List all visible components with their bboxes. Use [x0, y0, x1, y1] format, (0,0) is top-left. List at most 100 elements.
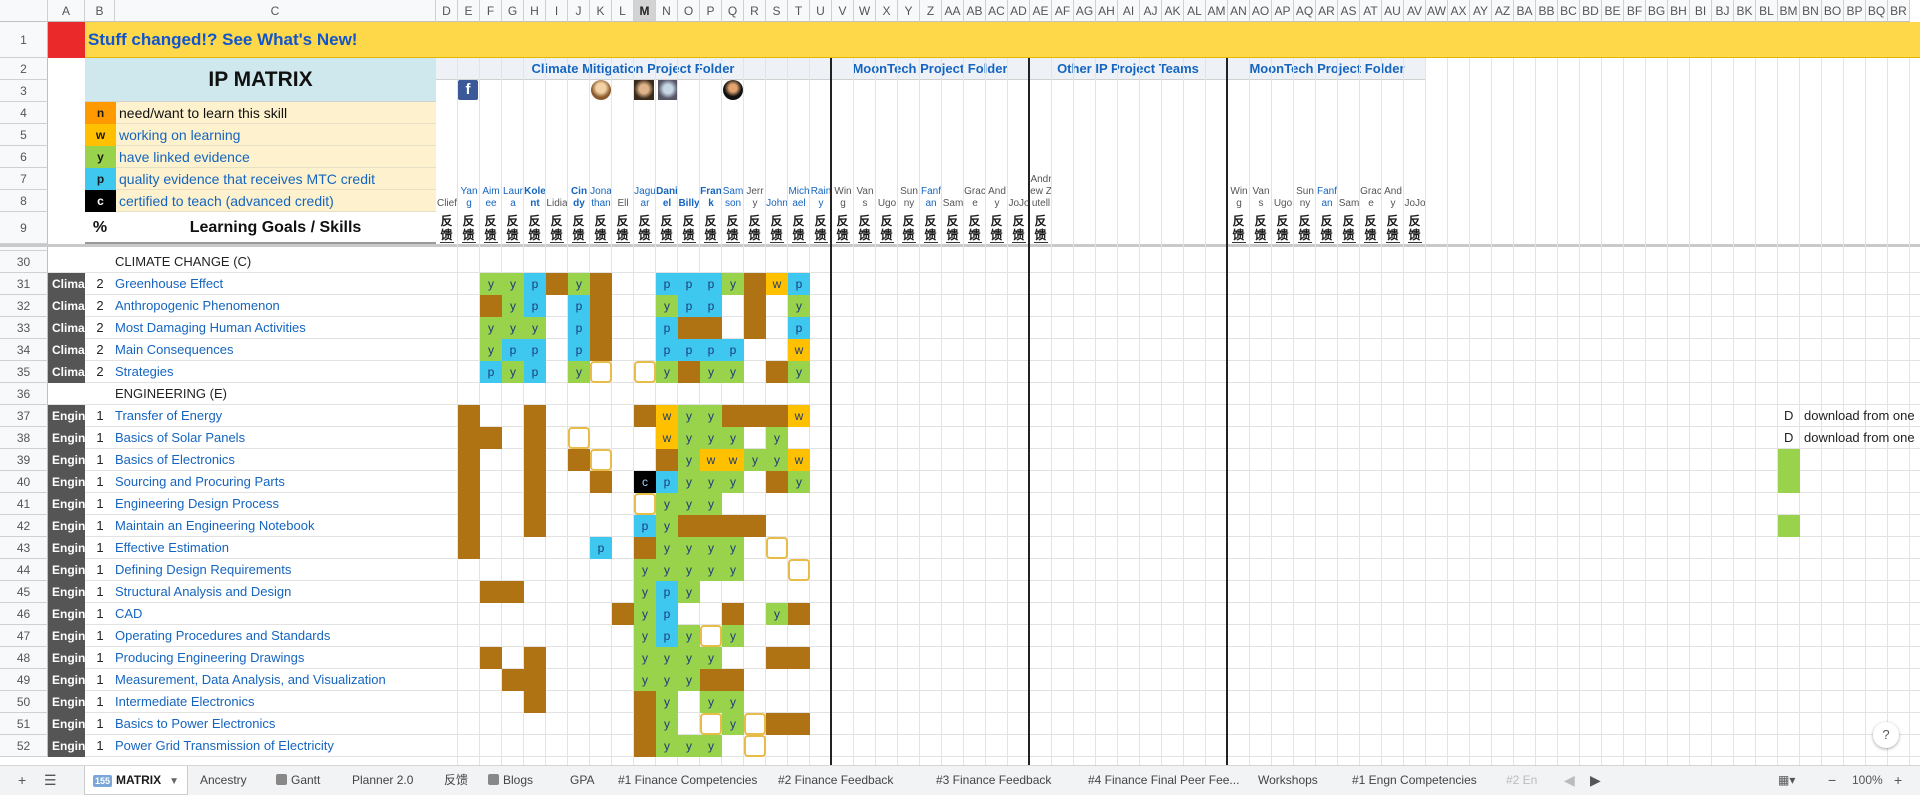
column-header-ay[interactable]: AY [1470, 0, 1492, 22]
column-header-t[interactable]: T [788, 0, 810, 22]
student-name[interactable]: Fanfan [1316, 102, 1338, 212]
column-header-aw[interactable]: AW [1426, 0, 1448, 22]
percent-cell[interactable]: 1 [85, 449, 115, 471]
skill-status-w[interactable]: w [722, 449, 744, 471]
skill-status-y[interactable]: y [656, 515, 678, 537]
row-header-34[interactable]: 34 [0, 339, 48, 361]
skill-status-b[interactable] [722, 515, 744, 537]
feedback-cell[interactable]: 反馈 [678, 212, 700, 244]
row-header-40[interactable]: 40 [0, 471, 48, 493]
student-name[interactable]: Jonathan [590, 102, 612, 212]
skill-status-w[interactable]: w [656, 405, 678, 427]
percent-cell[interactable]: 1 [85, 427, 115, 449]
skill-status-w[interactable]: w [656, 427, 678, 449]
sheet-tab[interactable]: #1 Engn Competencies [1344, 766, 1485, 795]
student-name[interactable]: Jerry [744, 102, 766, 212]
percent-cell[interactable]: 1 [85, 691, 115, 713]
skill-status-y[interactable]: y [722, 537, 744, 559]
skill-status-y[interactable]: y [480, 273, 502, 295]
skill-status-y[interactable]: y [678, 669, 700, 691]
skill-status-y[interactable]: y [700, 691, 722, 713]
category-cell[interactable]: Engin [48, 625, 85, 647]
column-header-al[interactable]: AL [1184, 0, 1206, 22]
student-name[interactable]: Aimee [480, 102, 502, 212]
skill-status-b[interactable] [634, 537, 656, 559]
row-header-46[interactable]: 46 [0, 603, 48, 625]
skill-status-y[interactable]: y [722, 361, 744, 383]
skill-status-y[interactable]: y [700, 735, 722, 757]
skill-link[interactable]: Basics of Solar Panels [115, 427, 245, 449]
add-sheet-icon[interactable]: + [18, 766, 26, 795]
feedback-cell[interactable]: 反馈 [964, 212, 986, 244]
column-header-x[interactable]: X [876, 0, 898, 22]
student-name[interactable]: Clief [436, 102, 458, 212]
skill-status-o[interactable] [700, 625, 722, 647]
feedback-cell[interactable]: 反馈 [546, 212, 568, 244]
feedback-cell[interactable]: 反馈 [1228, 212, 1250, 244]
percent-cell[interactable]: 1 [85, 713, 115, 735]
column-header-s[interactable]: S [766, 0, 788, 22]
student-name[interactable]: Wing [832, 102, 854, 212]
skill-status-b[interactable] [788, 647, 810, 669]
category-cell[interactable]: Engin [48, 647, 85, 669]
feedback-cell[interactable]: 反馈 [480, 212, 502, 244]
skill-status-p[interactable]: p [656, 603, 678, 625]
zoom-level[interactable]: 100% [1852, 766, 1883, 795]
column-header-p[interactable]: P [700, 0, 722, 22]
student-name[interactable]: Andrew Zutell [1030, 102, 1052, 212]
skill-status-y[interactable]: y [722, 625, 744, 647]
feedback-cell[interactable]: 反馈 [744, 212, 766, 244]
student-name[interactable]: Sam [942, 102, 964, 212]
student-name[interactable]: Laura [502, 102, 524, 212]
column-header-ac[interactable]: AC [986, 0, 1008, 22]
skill-status-p[interactable]: p [788, 273, 810, 295]
skill-status-b[interactable] [524, 427, 546, 449]
student-name[interactable]: Andy [1382, 102, 1404, 212]
skill-status-y[interactable]: y [722, 559, 744, 581]
skill-status-b[interactable] [524, 405, 546, 427]
skill-status-o[interactable] [744, 713, 766, 735]
column-header-ba[interactable]: BA [1514, 0, 1536, 22]
column-header-bh[interactable]: BH [1668, 0, 1690, 22]
category-cell[interactable]: Clima [48, 339, 85, 361]
skill-status-y[interactable]: y [700, 361, 722, 383]
feedback-cell[interactable]: 反馈 [458, 212, 480, 244]
student-name[interactable]: Frank [700, 102, 722, 212]
column-header-e[interactable]: E [458, 0, 480, 22]
skill-link[interactable]: Most Damaging Human Activities [115, 317, 306, 339]
skill-status-b[interactable] [766, 405, 788, 427]
column-header-ap[interactable]: AP [1272, 0, 1294, 22]
skill-link[interactable]: Strategies [115, 361, 174, 383]
skill-status-y[interactable]: y [788, 295, 810, 317]
percent-cell[interactable]: 1 [85, 647, 115, 669]
skill-status-o[interactable] [568, 427, 590, 449]
column-header-af[interactable]: AF [1052, 0, 1074, 22]
column-header-bi[interactable]: BI [1690, 0, 1712, 22]
student-name[interactable]: Yang [458, 102, 480, 212]
skill-status-p[interactable]: p [524, 339, 546, 361]
row-header-36[interactable]: 36 [0, 383, 48, 405]
sheet-tab[interactable]: Ancestry [192, 766, 255, 795]
skill-status-y[interactable]: y [656, 735, 678, 757]
column-header-v[interactable]: V [832, 0, 854, 22]
skill-status-b[interactable] [524, 647, 546, 669]
row-header-39[interactable]: 39 [0, 449, 48, 471]
percent-cell[interactable]: 1 [85, 581, 115, 603]
category-cell[interactable]: Engin [48, 713, 85, 735]
sheet-tab[interactable]: GPA [562, 766, 602, 795]
skill-status-y[interactable]: y [502, 273, 524, 295]
skill-status-y[interactable]: y [568, 273, 590, 295]
skill-status-y[interactable]: y [678, 559, 700, 581]
skill-status-b[interactable] [590, 339, 612, 361]
student-name[interactable]: Sunny [898, 102, 920, 212]
category-cell[interactable]: Engin [48, 735, 85, 757]
help-icon[interactable]: ? [1873, 722, 1899, 748]
column-header-f[interactable]: F [480, 0, 502, 22]
percent-cell[interactable]: 1 [85, 669, 115, 691]
skill-link[interactable]: Sourcing and Procuring Parts [115, 471, 285, 493]
skill-link[interactable]: Greenhouse Effect [115, 273, 223, 295]
student-name[interactable]: Wing [1228, 102, 1250, 212]
sheet-tab[interactable]: Planner 2.0 [344, 766, 421, 795]
feedback-cell[interactable]: 反馈 [1382, 212, 1404, 244]
skill-status-p[interactable]: p [700, 273, 722, 295]
